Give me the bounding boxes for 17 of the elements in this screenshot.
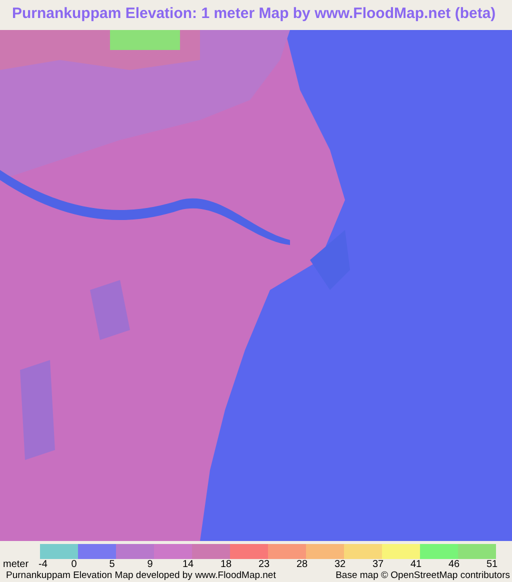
legend-tick: 37 [372, 559, 384, 570]
legend-tick: 41 [410, 559, 422, 570]
legend-tick: 18 [220, 559, 232, 570]
legend-tick: 28 [296, 559, 308, 570]
credit-text: Purnankuppam Elevation Map developed by www.FloodMap.net [6, 570, 276, 581]
legend-tick: 14 [182, 559, 194, 570]
legend-tick: 46 [448, 559, 460, 570]
legend-tick: 23 [258, 559, 270, 570]
legend-tick: 5 [109, 559, 115, 570]
legend-tick: 32 [334, 559, 346, 570]
legend-tick: 0 [71, 559, 77, 570]
attribution-text: Base map © OpenStreetMap contributors [336, 570, 510, 581]
legend-tick: -4 [38, 559, 48, 570]
legend-tick: 51 [486, 559, 498, 570]
map-title: Purnankuppam Elevation: 1 meter Map by www.FloodMap.net (beta) [11, 4, 497, 24]
legend-unit: meter [3, 559, 29, 570]
legend-tick: 9 [147, 559, 153, 570]
